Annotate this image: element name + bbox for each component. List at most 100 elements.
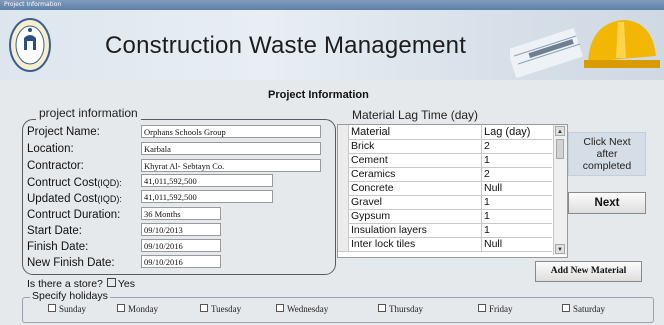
row-selector[interactable] <box>338 223 349 237</box>
contract-duration-field[interactable]: 36 Months <box>141 207 221 220</box>
table-header-row: Material Lag (day) <box>338 125 552 140</box>
project-info-group-title: project information <box>36 106 141 120</box>
holiday-label: Friday <box>489 304 513 314</box>
contract-cost-label-text: Contruct Cost <box>27 177 98 189</box>
row-selector[interactable] <box>338 139 349 153</box>
table-row[interactable]: Gypsum 1 <box>338 209 552 224</box>
row-selector[interactable] <box>338 125 349 139</box>
row-selector[interactable] <box>338 181 349 195</box>
project-name-label: Project Name: <box>27 126 100 138</box>
holiday-sunday[interactable]: Sunday <box>48 304 86 314</box>
material-cell[interactable]: Concrete <box>351 181 482 195</box>
scroll-down-arrow-icon[interactable]: ▼ <box>555 244 565 254</box>
material-lag-title: Material Lag Time (day) <box>352 108 479 122</box>
holiday-checkbox[interactable] <box>117 304 125 312</box>
lag-cell[interactable]: 1 <box>484 153 552 167</box>
organization-seal-icon <box>9 18 51 72</box>
holiday-checkbox[interactable] <box>200 304 208 312</box>
column-header-lag[interactable]: Lag (day) <box>484 125 552 139</box>
window-titlebar: Project Information <box>0 0 664 10</box>
holiday-checkbox[interactable] <box>378 304 386 312</box>
app-title: Construction Waste Management <box>105 32 467 59</box>
holiday-saturday[interactable]: Saturday <box>562 304 605 314</box>
holiday-checkbox[interactable] <box>478 304 486 312</box>
holiday-tuesday[interactable]: Tuesday <box>200 304 241 314</box>
add-new-material-button[interactable]: Add New Material <box>535 261 642 282</box>
holiday-label: Tuesday <box>211 304 242 314</box>
updated-cost-label-unit: (IQD): <box>97 194 122 204</box>
holiday-label: Wednesday <box>287 304 329 314</box>
table-row[interactable]: Brick 2 <box>338 139 552 154</box>
contract-cost-field[interactable]: 41,011,592,500 <box>141 174 273 187</box>
store-question: Is there a store? Yes <box>27 278 135 290</box>
material-cell[interactable]: Ceramics <box>351 167 482 181</box>
finish-date-label: Finish Date: <box>27 241 89 253</box>
new-finish-date-field[interactable]: 09/10/2016 <box>141 255 221 268</box>
holiday-checkbox[interactable] <box>276 304 284 312</box>
material-cell[interactable]: Insulation layers <box>351 223 482 237</box>
page-heading: Project Information <box>268 89 369 101</box>
location-field[interactable]: Karbala <box>141 142 321 155</box>
row-selector[interactable] <box>338 153 349 167</box>
updated-cost-label-text: Updated Cost <box>27 193 98 205</box>
helmet-blueprint-icon <box>510 20 660 79</box>
table-row[interactable]: Concrete Null <box>338 181 552 196</box>
lag-cell[interactable]: Null <box>484 237 552 251</box>
lag-cell[interactable]: 1 <box>484 209 552 223</box>
column-header-material[interactable]: Material <box>351 125 482 139</box>
contract-cost-label: Contruct Cost(IQD): <box>27 176 122 190</box>
table-row[interactable]: Cement 1 <box>338 153 552 168</box>
material-lag-table[interactable]: Material Lag (day) Brick 2 Cement 1 Cera… <box>337 124 568 258</box>
table-row[interactable]: Gravel 1 <box>338 195 552 210</box>
holiday-friday[interactable]: Friday <box>478 304 513 314</box>
holiday-label: Monday <box>128 304 158 314</box>
scroll-up-arrow-icon[interactable]: ▲ <box>555 126 565 136</box>
row-selector[interactable] <box>338 195 349 209</box>
contractor-field[interactable]: Khyrat Al- Sebtayn Co. <box>141 159 321 172</box>
location-label: Location: <box>27 143 74 155</box>
table-row[interactable]: Ceramics 2 <box>338 167 552 182</box>
scrollbar-thumb[interactable] <box>556 139 564 159</box>
row-selector[interactable] <box>338 209 349 223</box>
holiday-checkbox[interactable] <box>562 304 570 312</box>
updated-cost-field[interactable]: 41,011,592,500 <box>141 190 273 203</box>
row-selector[interactable] <box>338 167 349 181</box>
table-row[interactable]: Insulation layers 1 <box>338 223 552 238</box>
start-date-field[interactable]: 09/10/2013 <box>141 223 221 236</box>
contract-cost-label-unit: (IQD): <box>97 178 122 188</box>
lag-cell[interactable]: 2 <box>484 167 552 181</box>
hint-line-3: completed <box>582 160 632 172</box>
project-name-field[interactable]: Orphans Schools Group <box>141 125 321 138</box>
new-finish-date-label: New Finish Date: <box>27 257 115 269</box>
table-scrollbar[interactable]: ▲ ▼ <box>553 125 567 255</box>
store-question-label: Is there a store? <box>27 278 103 290</box>
finish-date-field[interactable]: 09/10/2016 <box>141 239 221 252</box>
holiday-monday[interactable]: Monday <box>117 304 158 314</box>
hint-line-2: after <box>596 148 618 160</box>
lag-cell[interactable]: 2 <box>484 139 552 153</box>
holiday-label: Sunday <box>59 304 86 314</box>
holiday-wednesday[interactable]: Wednesday <box>276 304 328 314</box>
store-checkbox[interactable] <box>106 278 116 287</box>
material-cell[interactable]: Inter lock tiles <box>351 237 482 251</box>
material-cell[interactable]: Gravel <box>351 195 482 209</box>
next-button[interactable]: Next <box>568 192 646 214</box>
updated-cost-label: Updated Cost(IQD): <box>27 192 122 206</box>
material-cell[interactable]: Cement <box>351 153 482 167</box>
lag-cell[interactable]: 1 <box>484 223 552 237</box>
store-yes-label: Yes <box>117 278 136 290</box>
holiday-thursday[interactable]: Thursday <box>378 304 423 314</box>
window-title: Project Information <box>4 1 62 8</box>
lag-cell[interactable]: Null <box>484 181 552 195</box>
holiday-checkbox[interactable] <box>48 304 56 312</box>
table-row[interactable]: Inter lock tiles Null <box>338 237 552 252</box>
material-cell[interactable]: Brick <box>351 139 482 153</box>
material-cell[interactable]: Gypsum <box>351 209 482 223</box>
contractor-label: Contractor: <box>27 160 84 172</box>
start-date-label: Start Date: <box>27 225 82 237</box>
row-selector[interactable] <box>338 237 349 251</box>
lag-cell[interactable]: 1 <box>484 195 552 209</box>
holiday-label: Saturday <box>573 304 605 314</box>
next-hint-box: Click Next after completed <box>568 132 646 176</box>
project-information-window: Project Information Construction Waste M… <box>0 0 664 325</box>
